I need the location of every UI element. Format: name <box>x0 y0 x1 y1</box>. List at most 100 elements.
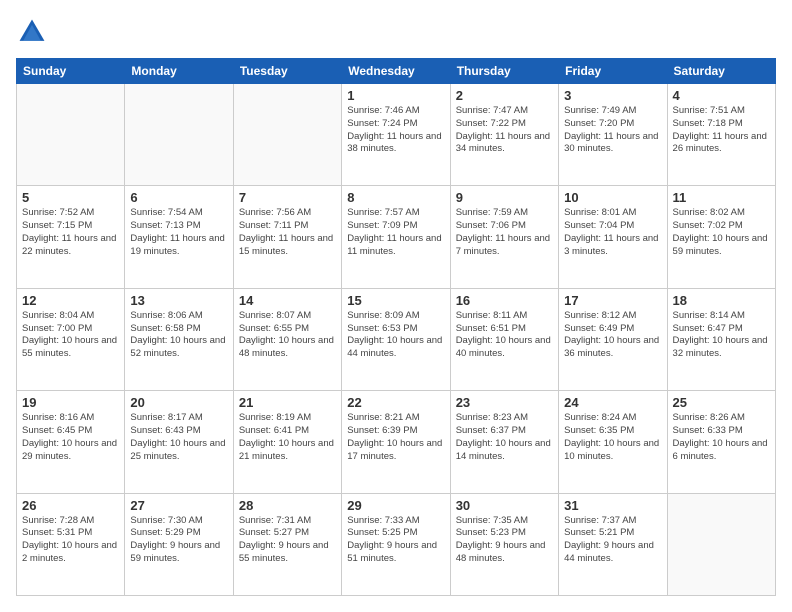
day-info: Sunrise: 7:28 AM Sunset: 5:31 PM Dayligh… <box>22 515 119 566</box>
logo <box>16 16 52 48</box>
calendar-cell: 17 Sunrise: 8:12 AM Sunset: 6:49 PM Dayli… <box>559 288 667 390</box>
calendar-cell: 27 Sunrise: 7:30 AM Sunset: 5:29 PM Dayli… <box>125 493 233 595</box>
day-info: Sunrise: 8:01 AM Sunset: 7:04 PM Dayligh… <box>564 207 661 258</box>
day-info: Sunrise: 8:07 AM Sunset: 6:55 PM Dayligh… <box>239 310 336 361</box>
day-number: 28 <box>239 498 336 513</box>
day-info: Sunrise: 8:23 AM Sunset: 6:37 PM Dayligh… <box>456 412 553 463</box>
day-info: Sunrise: 8:14 AM Sunset: 6:47 PM Dayligh… <box>673 310 770 361</box>
calendar-cell: 13 Sunrise: 8:06 AM Sunset: 6:58 PM Dayli… <box>125 288 233 390</box>
calendar-cell: 29 Sunrise: 7:33 AM Sunset: 5:25 PM Dayli… <box>342 493 450 595</box>
day-info: Sunrise: 7:33 AM Sunset: 5:25 PM Dayligh… <box>347 515 444 566</box>
day-number: 11 <box>673 190 770 205</box>
calendar-cell: 2 Sunrise: 7:47 AM Sunset: 7:22 PM Daylig… <box>450 84 558 186</box>
week-row-5: 26 Sunrise: 7:28 AM Sunset: 5:31 PM Dayli… <box>17 493 776 595</box>
calendar-cell: 4 Sunrise: 7:51 AM Sunset: 7:18 PM Daylig… <box>667 84 775 186</box>
day-number: 19 <box>22 395 119 410</box>
calendar-cell <box>667 493 775 595</box>
day-number: 26 <box>22 498 119 513</box>
calendar-cell: 24Sunrise: 8:24 AM Sunset: 6:35 PM Dayli… <box>559 391 667 493</box>
day-info: Sunrise: 7:49 AM Sunset: 7:20 PM Dayligh… <box>564 105 661 156</box>
day-number: 15 <box>347 293 444 308</box>
day-number: 31 <box>564 498 661 513</box>
day-info: Sunrise: 8:06 AM Sunset: 6:58 PM Dayligh… <box>130 310 227 361</box>
day-info: Sunrise: 7:35 AM Sunset: 5:23 PM Dayligh… <box>456 515 553 566</box>
day-number: 21 <box>239 395 336 410</box>
day-number: 12 <box>22 293 119 308</box>
calendar-cell: 5Sunrise: 7:52 AM Sunset: 7:15 PM Daylig… <box>17 186 125 288</box>
day-info: Sunrise: 8:21 AM Sunset: 6:39 PM Dayligh… <box>347 412 444 463</box>
day-number: 20 <box>130 395 227 410</box>
day-number: 30 <box>456 498 553 513</box>
calendar-cell: 8 Sunrise: 7:57 AM Sunset: 7:09 PM Daylig… <box>342 186 450 288</box>
calendar-cell: 30 Sunrise: 7:35 AM Sunset: 5:23 PM Dayli… <box>450 493 558 595</box>
calendar-cell: 12Sunrise: 8:04 AM Sunset: 7:00 PM Dayli… <box>17 288 125 390</box>
day-info: Sunrise: 8:26 AM Sunset: 6:33 PM Dayligh… <box>673 412 770 463</box>
day-info: Sunrise: 7:31 AM Sunset: 5:27 PM Dayligh… <box>239 515 336 566</box>
day-number: 29 <box>347 498 444 513</box>
week-row-3: 12Sunrise: 8:04 AM Sunset: 7:00 PM Dayli… <box>17 288 776 390</box>
day-number: 27 <box>130 498 227 513</box>
day-info: Sunrise: 8:19 AM Sunset: 6:41 PM Dayligh… <box>239 412 336 463</box>
calendar-cell: 15Sunrise: 8:09 AM Sunset: 6:53 PM Dayli… <box>342 288 450 390</box>
day-number: 16 <box>456 293 553 308</box>
day-info: Sunrise: 7:46 AM Sunset: 7:24 PM Dayligh… <box>347 105 444 156</box>
calendar-cell: 7 Sunrise: 7:56 AM Sunset: 7:11 PM Daylig… <box>233 186 341 288</box>
calendar-cell <box>233 84 341 186</box>
calendar-cell <box>17 84 125 186</box>
calendar-cell: 11 Sunrise: 8:02 AM Sunset: 7:02 PM Dayli… <box>667 186 775 288</box>
calendar-cell: 22 Sunrise: 8:21 AM Sunset: 6:39 PM Dayli… <box>342 391 450 493</box>
day-number: 1 <box>347 88 444 103</box>
day-number: 6 <box>130 190 227 205</box>
calendar-cell: 6Sunrise: 7:54 AM Sunset: 7:13 PM Daylig… <box>125 186 233 288</box>
day-info: Sunrise: 7:37 AM Sunset: 5:21 PM Dayligh… <box>564 515 661 566</box>
calendar-cell: 31 Sunrise: 7:37 AM Sunset: 5:21 PM Dayli… <box>559 493 667 595</box>
day-info: Sunrise: 8:11 AM Sunset: 6:51 PM Dayligh… <box>456 310 553 361</box>
day-number: 22 <box>347 395 444 410</box>
day-number: 24 <box>564 395 661 410</box>
day-number: 4 <box>673 88 770 103</box>
calendar-cell: 28 Sunrise: 7:31 AM Sunset: 5:27 PM Dayli… <box>233 493 341 595</box>
day-number: 3 <box>564 88 661 103</box>
day-number: 14 <box>239 293 336 308</box>
calendar-cell: 3 Sunrise: 7:49 AM Sunset: 7:20 PM Daylig… <box>559 84 667 186</box>
day-number: 8 <box>347 190 444 205</box>
week-row-2: 5Sunrise: 7:52 AM Sunset: 7:15 PM Daylig… <box>17 186 776 288</box>
weekday-header-tuesday: Tuesday <box>233 59 341 84</box>
day-number: 17 <box>564 293 661 308</box>
day-number: 25 <box>673 395 770 410</box>
calendar-cell: 16 Sunrise: 8:11 AM Sunset: 6:51 PM Dayli… <box>450 288 558 390</box>
day-info: Sunrise: 7:59 AM Sunset: 7:06 PM Dayligh… <box>456 207 553 258</box>
logo-icon <box>16 16 48 48</box>
calendar-cell: 25 Sunrise: 8:26 AM Sunset: 6:33 PM Dayli… <box>667 391 775 493</box>
calendar-cell <box>125 84 233 186</box>
day-number: 13 <box>130 293 227 308</box>
day-number: 18 <box>673 293 770 308</box>
day-info: Sunrise: 7:56 AM Sunset: 7:11 PM Dayligh… <box>239 207 336 258</box>
calendar-cell: 20Sunrise: 8:17 AM Sunset: 6:43 PM Dayli… <box>125 391 233 493</box>
day-info: Sunrise: 7:47 AM Sunset: 7:22 PM Dayligh… <box>456 105 553 156</box>
weekday-header-saturday: Saturday <box>667 59 775 84</box>
day-number: 7 <box>239 190 336 205</box>
day-info: Sunrise: 7:30 AM Sunset: 5:29 PM Dayligh… <box>130 515 227 566</box>
day-info: Sunrise: 8:12 AM Sunset: 6:49 PM Dayligh… <box>564 310 661 361</box>
calendar-cell: 14 Sunrise: 8:07 AM Sunset: 6:55 PM Dayli… <box>233 288 341 390</box>
calendar-cell: 10Sunrise: 8:01 AM Sunset: 7:04 PM Dayli… <box>559 186 667 288</box>
weekday-header-thursday: Thursday <box>450 59 558 84</box>
weekday-header-wednesday: Wednesday <box>342 59 450 84</box>
weekday-header-monday: Monday <box>125 59 233 84</box>
day-number: 23 <box>456 395 553 410</box>
calendar-cell: 19 Sunrise: 8:16 AM Sunset: 6:45 PM Dayli… <box>17 391 125 493</box>
day-info: Sunrise: 8:02 AM Sunset: 7:02 PM Dayligh… <box>673 207 770 258</box>
day-info: Sunrise: 7:57 AM Sunset: 7:09 PM Dayligh… <box>347 207 444 258</box>
day-info: Sunrise: 8:16 AM Sunset: 6:45 PM Dayligh… <box>22 412 119 463</box>
weekday-header-friday: Friday <box>559 59 667 84</box>
page: SundayMondayTuesdayWednesdayThursdayFrid… <box>0 0 792 612</box>
header <box>16 16 776 48</box>
weekday-header-sunday: Sunday <box>17 59 125 84</box>
day-number: 2 <box>456 88 553 103</box>
calendar-cell: 9Sunrise: 7:59 AM Sunset: 7:06 PM Daylig… <box>450 186 558 288</box>
week-row-4: 19 Sunrise: 8:16 AM Sunset: 6:45 PM Dayli… <box>17 391 776 493</box>
calendar-cell: 26 Sunrise: 7:28 AM Sunset: 5:31 PM Dayli… <box>17 493 125 595</box>
calendar-cell: 1 Sunrise: 7:46 AM Sunset: 7:24 PM Daylig… <box>342 84 450 186</box>
day-info: Sunrise: 7:51 AM Sunset: 7:18 PM Dayligh… <box>673 105 770 156</box>
